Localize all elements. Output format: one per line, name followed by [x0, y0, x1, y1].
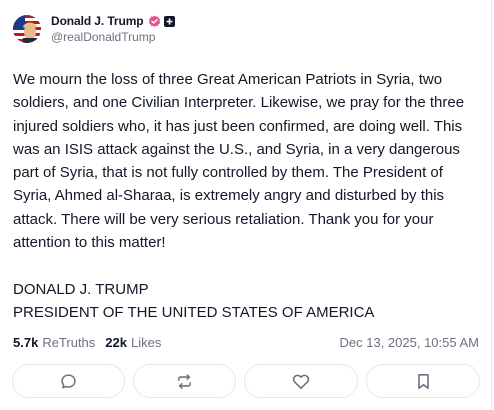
retruth-button[interactable]	[133, 364, 236, 398]
plus-badge-icon	[163, 15, 175, 27]
post-header: Donald J. Trump @realDonaldTrump	[13, 13, 175, 44]
post-body: We mourn the loss of three Great America…	[13, 71, 465, 321]
post-stats: 5.7k ReTruths 22k Likes Dec 13, 2025, 10…	[13, 333, 479, 351]
reply-icon	[61, 373, 76, 388]
avatar-image	[13, 14, 41, 43]
post-actions	[12, 364, 480, 398]
like-icon	[292, 374, 310, 389]
likes-label[interactable]: Likes	[131, 335, 161, 350]
post-timestamp[interactable]: Dec 13, 2025, 10:55 AM	[340, 335, 479, 350]
like-button[interactable]	[244, 364, 358, 398]
handle[interactable]: @realDonaldTrump	[51, 30, 175, 44]
avatar[interactable]	[13, 14, 41, 43]
reply-button[interactable]	[12, 364, 125, 398]
bookmark-icon	[417, 373, 429, 389]
post-right-border	[491, 0, 492, 410]
likes-count[interactable]: 22k	[105, 335, 127, 350]
retruth-icon	[178, 373, 191, 389]
retruths-label[interactable]: ReTruths	[42, 335, 95, 350]
bookmark-button[interactable]	[366, 364, 480, 398]
retruths-count[interactable]: 5.7k	[13, 335, 38, 350]
display-name[interactable]: Donald J. Trump	[51, 14, 144, 28]
verified-badge-icon	[148, 14, 160, 27]
